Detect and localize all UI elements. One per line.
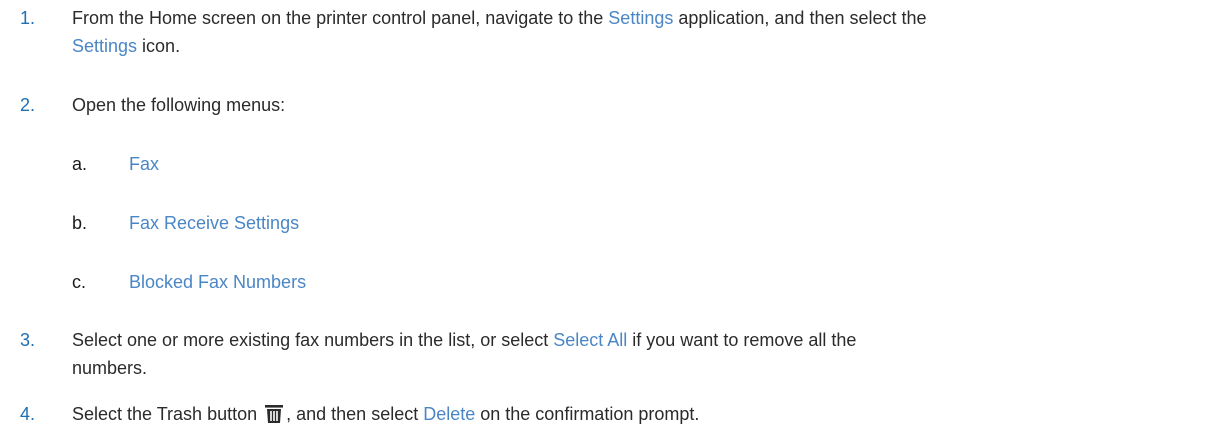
step-text-segment: icon.: [137, 36, 181, 56]
step-text-segment: numbers.: [72, 358, 148, 378]
step-text: From the Home screen on the printer cont…: [72, 4, 1220, 60]
step-number: 3.: [20, 330, 36, 350]
ui-term-select-all: Select All: [553, 330, 628, 350]
step-number: 1.: [20, 8, 36, 28]
substep-letter: b.: [72, 213, 88, 233]
trash-icon: [264, 404, 284, 432]
step-number: 4.: [20, 404, 36, 424]
step-line: Select one or more existing fax numbers …: [72, 326, 1220, 354]
substep-letter: c.: [72, 272, 87, 292]
step-text-segment: application, and then select the: [673, 8, 927, 28]
step-text: Open the following menus:: [72, 91, 1220, 119]
step-line: From the Home screen on the printer cont…: [72, 4, 1220, 32]
step-text-segment: Select one or more existing fax numbers …: [72, 330, 554, 350]
step-text: Select the Trash button , and then selec…: [72, 400, 1220, 432]
step-text-segment: Open the following menus:: [72, 95, 286, 115]
ui-term-blocked-fax-numbers: Blocked Fax Numbers: [129, 272, 307, 292]
ui-term-settings-icon: Settings: [72, 36, 138, 56]
ui-term-settings-app: Settings: [608, 8, 674, 28]
step-text: Select one or more existing fax numbers …: [72, 326, 1220, 382]
ui-term-fax: Fax: [129, 154, 160, 174]
step-text-segment: , and then select: [286, 404, 424, 424]
step-text-segment: on the confirmation prompt.: [475, 404, 700, 424]
step-line: Settings icon.: [72, 32, 1220, 60]
step-line: numbers.: [72, 354, 1220, 382]
step-text-segment: Select the Trash button: [72, 404, 263, 424]
ui-term-delete: Delete: [423, 404, 476, 424]
ui-term-fax-receive-settings: Fax Receive Settings: [129, 213, 300, 233]
step-text-segment: if you want to remove all the: [627, 330, 857, 350]
substep-letter: a.: [72, 154, 88, 174]
step-text-segment: From the Home screen on the printer cont…: [72, 8, 609, 28]
step-number: 2.: [20, 95, 36, 115]
